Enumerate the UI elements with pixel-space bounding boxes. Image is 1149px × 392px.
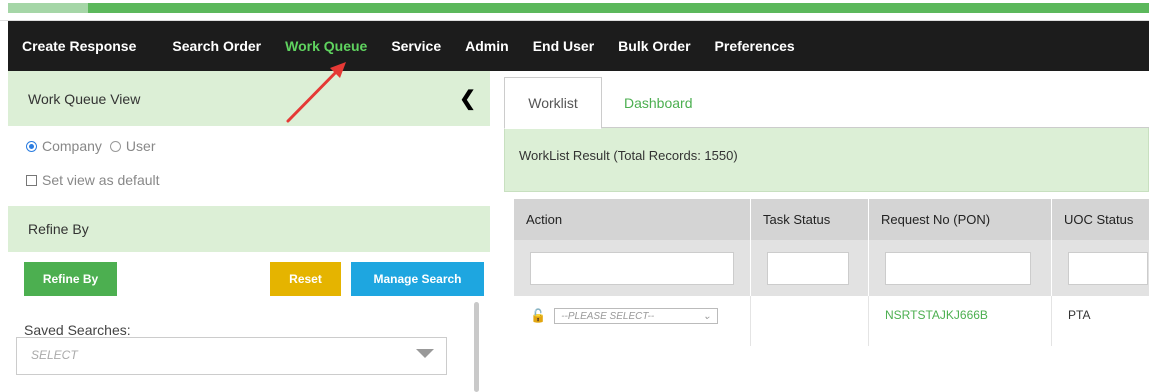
table-header-row: Action Task Status Request No (PON) UOC … bbox=[514, 199, 1149, 240]
set-default-checkbox[interactable] bbox=[26, 174, 37, 186]
saved-searches-select[interactable]: SELECT bbox=[16, 337, 447, 375]
worklist-table: Action Task Status Request No (PON) UOC … bbox=[514, 199, 1149, 392]
unlock-icon[interactable]: 🔓 bbox=[530, 308, 546, 324]
cell-request-no-link[interactable]: NSRTSTAJKJ666B bbox=[869, 296, 1052, 346]
action-select[interactable]: --PLEASE SELECT-- ⌄ bbox=[554, 308, 719, 324]
chevron-down-icon: ⌄ bbox=[702, 310, 712, 322]
caret-down-icon bbox=[416, 349, 434, 358]
reset-button[interactable]: Reset bbox=[270, 262, 341, 296]
company-radio[interactable] bbox=[26, 140, 37, 152]
table-row: 🔓 --PLEASE SELECT-- ⌄ NSRTSTAJKJ666B PTA bbox=[514, 296, 1149, 346]
filter-request-no-input[interactable] bbox=[885, 251, 1031, 285]
column-header-task-status[interactable]: Task Status bbox=[751, 199, 869, 240]
worklist-result-title: WorkList Result (Total Records: 1550) bbox=[519, 148, 738, 163]
top-green-bar-highlight bbox=[8, 3, 88, 13]
main-navbar: Create Response Search Order Work Queue … bbox=[8, 21, 1149, 71]
nav-preferences[interactable]: Preferences bbox=[703, 38, 807, 54]
work-queue-view-header: Work Queue View ❮ bbox=[8, 71, 490, 126]
chevron-left-icon[interactable]: ❮ bbox=[459, 86, 476, 111]
user-radio[interactable] bbox=[109, 140, 121, 152]
filter-action-input[interactable] bbox=[530, 251, 734, 285]
action-select-value: --PLEASE SELECT-- bbox=[561, 310, 655, 322]
filter-uoc-status-input[interactable] bbox=[1068, 251, 1148, 285]
saved-searches-value: SELECT bbox=[31, 348, 78, 362]
worklist-main-panel: Worklist Dashboard WorkList Result (Tota… bbox=[504, 71, 1149, 392]
column-header-action[interactable]: Action bbox=[514, 199, 751, 240]
nav-search-order[interactable]: Search Order bbox=[160, 38, 273, 54]
nav-work-queue[interactable]: Work Queue bbox=[273, 38, 379, 54]
tab-dashboard[interactable]: Dashboard bbox=[624, 77, 693, 129]
work-queue-view-title: Work Queue View bbox=[28, 90, 141, 107]
nav-admin[interactable]: Admin bbox=[453, 38, 521, 54]
refine-button-row: Refine By Reset Manage Search bbox=[8, 252, 490, 304]
company-radio-label: Company bbox=[42, 138, 102, 154]
top-progress-strip bbox=[0, 0, 1149, 21]
view-options: Company User Set view as default bbox=[8, 126, 490, 194]
side-panel-scrollbar[interactable] bbox=[474, 302, 479, 392]
user-radio-label: User bbox=[125, 138, 156, 154]
set-default-label: Set view as default bbox=[42, 172, 160, 188]
worklist-tabs: Worklist Dashboard bbox=[504, 71, 1149, 129]
worklist-result-header: WorkList Result (Total Records: 1550) bbox=[504, 128, 1149, 192]
filter-task-status-input[interactable] bbox=[767, 251, 849, 285]
tab-worklist[interactable]: Worklist bbox=[504, 77, 602, 129]
column-header-uoc-status[interactable]: UOC Status bbox=[1052, 199, 1149, 240]
nav-create-response[interactable]: Create Response bbox=[8, 38, 148, 54]
column-header-request-no[interactable]: Request No (PON) bbox=[869, 199, 1052, 240]
table-filter-row bbox=[514, 240, 1149, 296]
refine-by-header: Refine By bbox=[8, 206, 490, 252]
nav-end-user[interactable]: End User bbox=[521, 38, 606, 54]
manage-search-button[interactable]: Manage Search bbox=[351, 262, 484, 296]
cell-uoc-status: PTA bbox=[1068, 308, 1091, 322]
saved-searches-label: Saved Searches: bbox=[24, 322, 131, 338]
nav-bulk-order[interactable]: Bulk Order bbox=[606, 38, 702, 54]
cell-task-status bbox=[751, 296, 869, 346]
nav-service[interactable]: Service bbox=[379, 38, 453, 54]
top-green-bar bbox=[8, 3, 1149, 13]
refine-by-button[interactable]: Refine By bbox=[24, 262, 117, 296]
